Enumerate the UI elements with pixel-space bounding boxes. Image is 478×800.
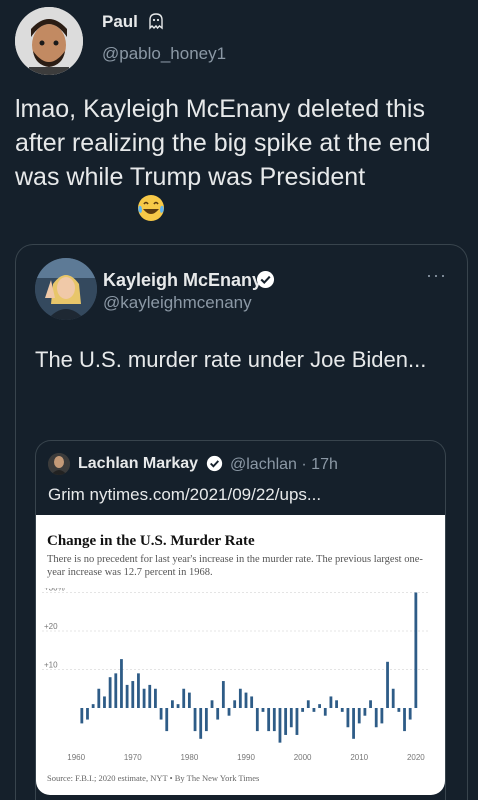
ghost-icon <box>149 13 163 30</box>
quoted-user-avatar[interactable] <box>35 258 97 320</box>
bar-1969 <box>125 684 129 708</box>
quoted-tweet-text: The U.S. murder rate under Joe Biden... <box>35 347 427 372</box>
bar-1961 <box>80 708 84 724</box>
x-tick-label: 2020 <box>407 753 425 762</box>
bar-2008 <box>346 708 350 728</box>
verified-badge-icon <box>256 270 275 289</box>
bar-1987 <box>227 708 231 716</box>
bar-2012 <box>369 700 372 708</box>
bar-2004 <box>323 708 327 716</box>
tweet-text: lmao, Kayleigh McEnany deleted this afte… <box>15 95 431 191</box>
bar-1971 <box>137 673 140 708</box>
bar-1968 <box>120 659 123 708</box>
bar-2017 <box>397 708 401 712</box>
bar-1991 <box>250 696 254 708</box>
bar-2002 <box>312 708 316 712</box>
inner-display-name[interactable]: Lachlan Markay <box>78 455 198 473</box>
x-tick-label: 2000 <box>294 753 312 762</box>
chart-subtitle: There is no precedent for last year's in… <box>47 554 423 578</box>
avatar-image <box>15 7 83 75</box>
bar-2020 <box>414 592 418 708</box>
chart-source: Source: F.B.I.; 2020 estimate, NYT • By … <box>47 773 260 783</box>
bar-1978 <box>176 704 180 708</box>
bar-1973 <box>148 684 152 708</box>
bar-1972 <box>142 688 146 708</box>
inner-user-handle[interactable]: @lachlan · 17h <box>230 456 338 474</box>
bar-2007 <box>340 708 344 712</box>
user-handle[interactable]: @pablo_honey1 <box>102 44 226 64</box>
bar-1989 <box>238 688 242 708</box>
bar-2018 <box>403 708 406 732</box>
bar-1982 <box>199 708 203 739</box>
bar-1999 <box>295 708 299 735</box>
bar-1980 <box>187 692 191 708</box>
bar-2014 <box>380 708 384 724</box>
user-avatar[interactable] <box>15 7 83 75</box>
bar-1974 <box>154 688 157 708</box>
tears-of-joy-emoji <box>138 195 164 221</box>
quoted-user-handle[interactable]: @kayleighmcenany <box>103 293 252 313</box>
bar-1963 <box>91 704 95 708</box>
bar-1981 <box>193 708 197 732</box>
bar-1995 <box>272 708 276 732</box>
bar-1975 <box>159 708 163 720</box>
avatar-image <box>35 258 97 320</box>
bar-2009 <box>352 708 355 739</box>
x-axis: 1960 1970 1980 1990 2000 2010 2020 <box>67 753 425 762</box>
bar-2015 <box>386 661 389 708</box>
x-tick-label: 2010 <box>350 753 368 762</box>
bar-1966 <box>108 677 112 708</box>
inner-tweet-text[interactable]: Grim nytimes.com/2021/09/22/ups... <box>48 485 321 505</box>
display-name[interactable]: Paul <box>102 12 138 32</box>
bar-1983 <box>204 708 208 732</box>
bar-1996 <box>278 708 282 743</box>
bar-1988 <box>233 700 237 708</box>
bar-1967 <box>114 673 118 708</box>
bar-1993 <box>261 708 265 712</box>
bar-chart: +30% +20 +10 1960 1970 1980 1990 2000 2010 2020 <box>42 588 430 762</box>
bar-1994 <box>267 708 271 732</box>
bar-2019 <box>408 708 412 720</box>
x-tick-label: 1970 <box>124 753 142 762</box>
y-tick-label: +20 <box>44 622 58 631</box>
bar-1970 <box>131 681 135 708</box>
bar-2001 <box>306 700 310 708</box>
y-tick-label: +10 <box>44 661 58 670</box>
bar-1977 <box>171 700 174 708</box>
bar-1998 <box>289 708 293 728</box>
verified-badge-icon <box>206 455 223 472</box>
bar-1986 <box>221 681 225 708</box>
more-options-icon[interactable]: ··· <box>426 265 447 286</box>
bar-2005 <box>329 696 333 708</box>
quoted-display-name[interactable]: Kayleigh McEnany <box>103 270 262 291</box>
chart-title: Change in the U.S. Murder Rate <box>47 533 255 549</box>
inner-user-avatar[interactable] <box>48 453 70 475</box>
bar-2000 <box>301 708 305 712</box>
chart-bars <box>80 592 418 743</box>
bar-1997 <box>284 708 288 735</box>
bar-2010 <box>357 708 361 724</box>
x-tick-label: 1960 <box>67 753 85 762</box>
y-axis: +30% +20 +10 <box>42 588 430 670</box>
y-tick-label: +30% <box>44 588 65 593</box>
bar-1990 <box>244 692 248 708</box>
bar-1964 <box>97 688 101 708</box>
bar-2011 <box>363 708 367 716</box>
bar-1976 <box>165 708 169 732</box>
bar-2016 <box>391 688 395 708</box>
bar-2006 <box>335 700 338 708</box>
bar-1979 <box>182 688 186 708</box>
bar-1984 <box>210 700 214 708</box>
bar-1962 <box>86 708 89 720</box>
avatar-image <box>48 453 70 475</box>
x-tick-label: 1980 <box>180 753 198 762</box>
bar-2003 <box>318 704 321 708</box>
x-tick-label: 1990 <box>237 753 255 762</box>
bar-1985 <box>216 708 220 720</box>
bar-1992 <box>255 708 259 732</box>
bar-1965 <box>103 696 106 708</box>
bar-2013 <box>374 708 378 728</box>
